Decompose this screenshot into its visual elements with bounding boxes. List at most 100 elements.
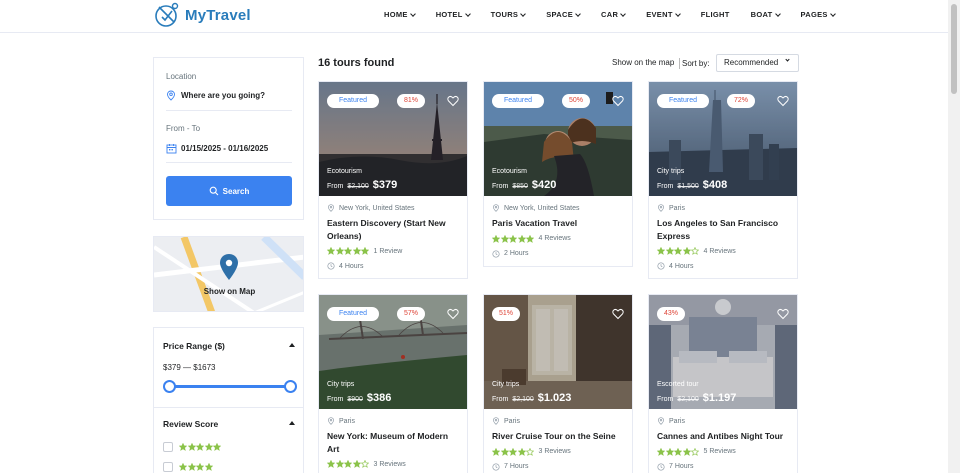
sort-select[interactable]: Recommended bbox=[716, 54, 799, 72]
map-pin-icon bbox=[658, 417, 664, 425]
tour-title[interactable]: River Cruise Tour on the Seine bbox=[492, 430, 624, 443]
tour-location-text: Paris bbox=[669, 417, 685, 425]
tour-title[interactable]: Cannes and Antibes Night Tour bbox=[657, 430, 789, 443]
price-range-title[interactable]: Price Range ($) bbox=[163, 341, 225, 351]
results-count: 16 tours found bbox=[318, 57, 395, 69]
scrollbar-thumb[interactable] bbox=[951, 4, 957, 94]
clock-icon bbox=[657, 262, 665, 270]
dates-label: From - To bbox=[166, 124, 201, 133]
location-input[interactable]: Where are you going? bbox=[166, 90, 265, 101]
tour-card[interactable]: 43% Escorted tour From $2,100 $1.197 Par… bbox=[648, 294, 798, 473]
star-empty-icon bbox=[526, 447, 534, 456]
price-slider-max-handle[interactable] bbox=[283, 380, 297, 393]
heart-icon[interactable] bbox=[447, 308, 459, 320]
price-slider-track[interactable] bbox=[169, 385, 290, 388]
tour-image[interactable]: 51% City trips From $2,100 $1.023 bbox=[484, 295, 632, 409]
tour-rating: 5 Reviews bbox=[657, 447, 789, 456]
tour-location: New York, United States bbox=[327, 204, 459, 212]
date-range-input[interactable]: 01/15/2025 - 01/16/2025 bbox=[166, 143, 268, 154]
heart-icon[interactable] bbox=[777, 95, 789, 107]
star-filled-icon bbox=[492, 447, 500, 456]
chevron-down-icon bbox=[829, 10, 836, 17]
chevron-down-icon bbox=[785, 57, 790, 62]
tour-image[interactable]: Featured 50% Ecotourism From $850 $420 bbox=[484, 82, 632, 196]
heart-icon[interactable] bbox=[612, 308, 624, 320]
tour-card[interactable]: Featured 81% Ecotourism From $2,100 $379… bbox=[318, 81, 468, 279]
nav-home[interactable]: HOME bbox=[384, 10, 416, 19]
tour-title[interactable]: New York: Museum of Modern Art bbox=[327, 430, 459, 455]
tour-location: Paris bbox=[327, 417, 459, 425]
star-filled-icon bbox=[335, 460, 344, 468]
tour-price: From $900 $386 bbox=[327, 392, 391, 404]
star-rating bbox=[327, 247, 370, 255]
divider bbox=[166, 110, 292, 111]
tour-image[interactable]: Featured 81% Ecotourism From $2,100 $379 bbox=[319, 82, 467, 196]
logo[interactable]: MyTravel bbox=[153, 1, 251, 29]
tour-title[interactable]: Eastern Discovery (Start New Orleans) bbox=[327, 217, 459, 242]
tour-title[interactable]: Los Angeles to San Francisco Express bbox=[657, 217, 789, 242]
tour-title[interactable]: Paris Vacation Travel bbox=[492, 217, 624, 230]
star-filled-icon bbox=[335, 247, 344, 255]
current-price: $1.023 bbox=[537, 392, 572, 404]
tour-details: New York, United States Paris Vacation T… bbox=[484, 196, 632, 266]
star-filled-icon bbox=[657, 447, 665, 456]
brand-name: MyTravel bbox=[185, 6, 251, 24]
tour-image[interactable]: 43% Escorted tour From $2,100 $1.197 bbox=[649, 295, 797, 409]
heart-icon[interactable] bbox=[612, 95, 624, 107]
nav-flight[interactable]: FLIGHT bbox=[701, 10, 730, 19]
chevron-down-icon bbox=[774, 10, 781, 17]
review-score-option[interactable] bbox=[163, 462, 217, 472]
nav-pages[interactable]: PAGES bbox=[801, 10, 836, 19]
current-price: $420 bbox=[531, 179, 557, 191]
tour-duration: 4 Hours bbox=[657, 262, 789, 270]
heart-icon[interactable] bbox=[447, 95, 459, 107]
tour-card[interactable]: 51% City trips From $2,100 $1.023 Paris … bbox=[483, 294, 633, 473]
price-from-label: From bbox=[657, 183, 674, 190]
review-count: 1 Review bbox=[373, 247, 403, 255]
nav-boat[interactable]: BOAT bbox=[751, 10, 781, 19]
tour-card[interactable]: Featured 57% City trips From $900 $386 P… bbox=[318, 294, 468, 473]
featured-badge: Featured bbox=[327, 307, 380, 321]
tour-image[interactable]: Featured 57% City trips From $900 $386 bbox=[319, 295, 467, 409]
nav-space[interactable]: SPACE bbox=[546, 10, 581, 19]
nav-event[interactable]: EVENT bbox=[646, 10, 681, 19]
map-pin-icon bbox=[658, 204, 664, 212]
star-filled-icon bbox=[327, 460, 335, 468]
review-score-option[interactable] bbox=[163, 442, 226, 452]
show-on-map-link[interactable]: Show on the map bbox=[612, 58, 674, 67]
star-filled-icon bbox=[657, 247, 665, 255]
star-filled-icon bbox=[179, 443, 187, 451]
tour-image[interactable]: Featured 72% City trips From $1,500 $408 bbox=[649, 82, 797, 196]
star-filled-icon bbox=[509, 447, 517, 456]
sort-value: Recommended bbox=[724, 58, 779, 67]
price-slider-min-handle[interactable] bbox=[162, 380, 176, 393]
collapse-icon[interactable] bbox=[289, 343, 295, 347]
star-filled-icon bbox=[352, 247, 361, 255]
nav-tours[interactable]: TOURS bbox=[491, 10, 527, 19]
review-score-title[interactable]: Review Score bbox=[163, 419, 218, 429]
star-filled-icon bbox=[517, 447, 526, 456]
star-rating bbox=[179, 443, 222, 451]
show-on-map-card[interactable]: Show on Map bbox=[153, 236, 304, 312]
tour-card[interactable]: Featured 50% Ecotourism From $850 $420 N… bbox=[483, 81, 633, 267]
tour-price: From $1,500 $408 bbox=[657, 179, 727, 191]
star-empty-icon bbox=[361, 460, 369, 468]
map-pin-icon bbox=[493, 417, 499, 425]
discount-badge: 43% bbox=[657, 307, 686, 321]
checkbox[interactable] bbox=[163, 442, 173, 452]
nav-hotel[interactable]: HOTEL bbox=[436, 10, 471, 19]
tour-duration-text: 7 Hours bbox=[504, 463, 529, 470]
heart-icon[interactable] bbox=[777, 308, 789, 320]
collapse-icon[interactable] bbox=[289, 421, 295, 425]
price-from-label: From bbox=[327, 396, 344, 403]
old-price: $1,500 bbox=[677, 183, 699, 190]
nav-car[interactable]: CAR bbox=[601, 10, 627, 19]
star-empty-icon bbox=[691, 447, 699, 456]
site-header: MyTravel HOME HOTEL TOURS SPACE CAR EVEN… bbox=[0, 0, 948, 33]
checkbox[interactable] bbox=[163, 462, 173, 472]
tour-category: City trips bbox=[327, 381, 355, 388]
page-scrollbar[interactable] bbox=[948, 0, 960, 473]
search-button[interactable]: Search bbox=[166, 176, 292, 206]
tour-card[interactable]: Featured 72% City trips From $1,500 $408… bbox=[648, 81, 798, 279]
star-rating bbox=[657, 447, 700, 456]
